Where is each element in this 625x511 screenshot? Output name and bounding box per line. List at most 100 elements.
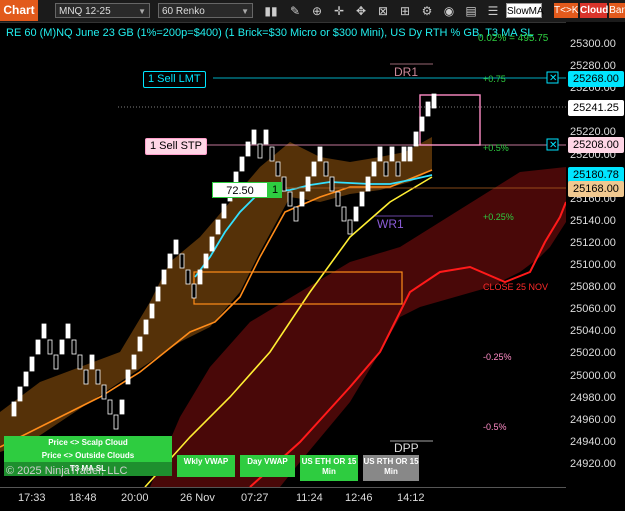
bars-icon[interactable]: ▮▮	[262, 2, 280, 20]
up-brick	[251, 129, 257, 145]
slowma-toggle[interactable]: SlowMA	[506, 3, 544, 18]
up-brick	[401, 146, 407, 162]
zoom-icon[interactable]: ⊕	[308, 2, 326, 20]
wr1-label: WR1	[377, 217, 404, 231]
up-brick	[29, 356, 35, 372]
templates-icon[interactable]: ▤	[462, 2, 480, 20]
up-brick	[41, 323, 47, 339]
crosshair-icon[interactable]: ✛	[330, 2, 348, 20]
up-brick	[299, 191, 305, 207]
close-25-nov-label: CLOSE 25 NOV	[483, 282, 549, 292]
down-brick	[185, 269, 191, 285]
x-tick-label: 20:00	[121, 492, 149, 504]
indicators-icon[interactable]: ⚙	[418, 2, 436, 20]
y-tick-label: 25300.00	[570, 38, 616, 50]
down-brick	[269, 146, 275, 162]
chart-info-line: RE 60 (M)NQ June 23 GB (1%=200p=$400) (1…	[6, 27, 534, 39]
down-brick	[179, 253, 185, 269]
up-brick	[353, 206, 359, 222]
up-brick	[149, 303, 155, 319]
x-tick-label: 07:27	[241, 492, 269, 504]
chart-toolbar: Chart MNQ 12-25 ▼ 60 Renko ▼ ▮▮ ✎ ⊕ ✛ ✥ …	[0, 0, 625, 23]
down-brick	[335, 191, 341, 207]
pct-plus-075-label: +0.75	[483, 74, 506, 84]
close-price-label: 25168.00	[568, 181, 624, 197]
y-tick-label: 25060.00	[570, 303, 616, 316]
instrument-label: MNQ 12-25	[59, 6, 111, 17]
up-brick	[221, 203, 227, 219]
price-outside-clouds-button[interactable]: Price <> Outside Clouds	[4, 449, 172, 462]
up-brick	[143, 319, 149, 335]
up-brick	[155, 286, 161, 302]
up-brick	[23, 371, 29, 387]
chevron-down-icon: ▼	[138, 7, 146, 16]
position-quantity[interactable]: 1	[268, 182, 282, 198]
down-brick	[395, 161, 401, 177]
up-brick	[311, 161, 317, 177]
position-price[interactable]: 72.50	[212, 182, 268, 198]
up-brick	[305, 176, 311, 192]
y-tick-label: 24940.00	[570, 435, 616, 448]
instrument-selector[interactable]: MNQ 12-25 ▼	[55, 3, 150, 18]
tk-toggle[interactable]: T<>K	[554, 3, 578, 18]
sell-stop-price-label: 25208.00	[568, 137, 624, 153]
period-selector[interactable]: 60 Renko ▼	[158, 3, 253, 18]
last-price-label: 25241.25	[568, 100, 624, 116]
down-brick	[383, 161, 389, 177]
y-tick-label: 25000.00	[570, 369, 616, 382]
up-brick	[119, 399, 125, 415]
properties-icon[interactable]: ☰	[484, 2, 502, 20]
down-brick	[341, 206, 347, 222]
up-brick	[317, 146, 323, 162]
chart-trader-icon[interactable]: ⊞	[396, 2, 414, 20]
x-tick-label: 18:48	[69, 492, 97, 504]
period-label: 60 Renko	[162, 6, 205, 17]
up-brick	[209, 236, 215, 252]
draw-icon[interactable]: ✎	[286, 2, 304, 20]
price-scalp-cloud-button[interactable]: Price <> Scalp Cloud	[4, 436, 172, 449]
us-eth-or-button[interactable]: US ETH OR 15 Min	[300, 455, 358, 481]
down-brick	[107, 399, 113, 415]
pct-minus-05-label: -0.5%	[483, 422, 507, 432]
y-tick-label: 25040.00	[570, 325, 616, 338]
price-axis[interactable]: 25300.0025280.0025260.0025240.0025220.00…	[566, 22, 625, 487]
down-brick	[95, 369, 101, 385]
sell-stop-order[interactable]: 1 Sell STP	[145, 138, 207, 155]
down-brick	[101, 384, 107, 400]
up-brick	[215, 219, 221, 235]
down-brick	[191, 283, 197, 299]
down-brick	[329, 176, 335, 192]
sell-limit-order[interactable]: 1 Sell LMT	[143, 71, 206, 88]
wkly-vwap-button[interactable]: Wkly VWAP	[177, 455, 235, 477]
up-brick	[125, 369, 131, 385]
pan-icon[interactable]: ✥	[352, 2, 370, 20]
price-chart[interactable]: ✕ ✕	[0, 22, 566, 487]
cloud-toggle[interactable]: Cloud	[580, 3, 608, 18]
up-brick	[407, 146, 413, 162]
y-tick-label: 24960.00	[570, 413, 616, 426]
chart-tab[interactable]: Chart	[0, 0, 38, 21]
y-tick-label: 25120.00	[570, 236, 616, 249]
time-axis[interactable]: 17:33 18:48 20:00 26 Nov 07:27 11:24 12:46 14:1…	[0, 487, 566, 511]
day-vwap-button[interactable]: Day VWAP	[240, 455, 295, 477]
down-brick	[347, 219, 353, 235]
sell-limit-price-label: 25268.00	[568, 71, 624, 87]
up-brick	[419, 116, 425, 132]
lock-icon[interactable]: ⊠	[374, 2, 392, 20]
close-x-glyph: ✕	[549, 73, 557, 84]
up-brick	[371, 161, 377, 177]
down-brick	[113, 414, 119, 430]
up-brick	[413, 131, 419, 147]
pct-plus-05-label: +0.5%	[483, 143, 509, 153]
strategies-icon[interactable]: ◉	[440, 2, 458, 20]
up-brick	[161, 269, 167, 285]
up-brick	[245, 141, 251, 157]
up-brick	[35, 339, 41, 355]
down-brick	[287, 191, 293, 207]
bar-toggle[interactable]: Bar	[609, 3, 625, 18]
dr1-label: DR1	[394, 65, 419, 79]
instrument-description: RE 60 (M)NQ June 23 GB (1%=200p=$400) (1…	[6, 27, 534, 39]
up-brick	[173, 239, 179, 255]
down-brick	[323, 161, 329, 177]
us-rth-or-button[interactable]: US RTH OR 15 Min	[363, 455, 419, 481]
